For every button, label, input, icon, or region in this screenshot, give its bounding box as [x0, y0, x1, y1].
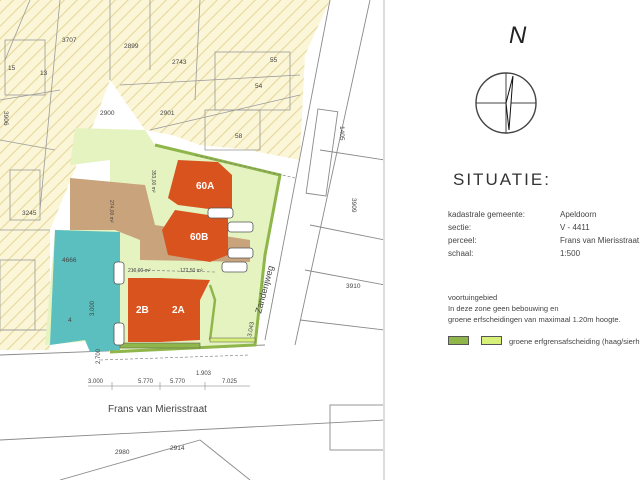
- parcel-number: 2743: [172, 59, 187, 66]
- dimension-label: 2.700: [96, 348, 102, 364]
- swatch-light-green: [481, 336, 502, 345]
- area-label: 274,00 m²: [108, 200, 114, 223]
- dimension-label: 3.000: [90, 300, 96, 316]
- house-label-60B: 60B: [190, 232, 208, 243]
- legend-panel: N SITUATIE: kadastrale gemeente: Apeldoo…: [385, 0, 640, 480]
- legend-note: In deze zone geen bebouwing en: [448, 304, 559, 313]
- parcel-number: 2980: [115, 449, 130, 456]
- legend-key: kadastrale gemeente:: [448, 210, 525, 219]
- dimension-label: 3.000: [88, 379, 104, 385]
- parcel-number: 3245: [22, 210, 37, 217]
- dimension-label: 1.903: [196, 371, 212, 377]
- dimension-label: 5.770: [138, 379, 154, 385]
- legend-value: Apeldoorn: [560, 210, 597, 219]
- parcel-number: 58: [235, 133, 243, 140]
- legend-row: sectie: V - 4411: [448, 223, 590, 232]
- legend-note: voortuingebied: [448, 293, 498, 302]
- parcel-number: 1405: [338, 126, 345, 141]
- legend-note: groene erfscheidingen van maximaal 1.20m…: [448, 315, 621, 324]
- parcel-number: 2899: [124, 43, 139, 50]
- swatch-label: groene erfgrensafscheiding (haag/sierh: [509, 337, 640, 346]
- parcel-number: 54: [255, 83, 263, 90]
- area-label: 353,00 m²: [150, 170, 156, 193]
- dimension-label: 5.770: [170, 379, 186, 385]
- hedge-front-2: [209, 337, 256, 343]
- parcel-number: 3909: [350, 198, 357, 213]
- legend-key: perceel:: [448, 236, 477, 245]
- legend-key: sectie:: [448, 223, 472, 232]
- parcel-number: 2914: [170, 445, 185, 452]
- house-label-2A: 2A: [172, 305, 185, 316]
- house-label-2B: 2B: [136, 305, 149, 316]
- swatch-dark-green: [448, 336, 469, 345]
- parcel-number: 3707: [62, 37, 77, 44]
- parcel-number: 3906: [2, 111, 9, 126]
- area-label: 210,00 m²: [128, 268, 151, 274]
- site-map[interactable]: 3707 2899 2743 2900 2901 3906 3245 4666 …: [0, 0, 385, 480]
- parcel-number: 2900: [100, 110, 115, 117]
- parcel-number: 4: [68, 317, 72, 324]
- parcel-number: 13: [40, 70, 48, 77]
- situatie-title: SITUATIE:: [453, 170, 551, 189]
- house-label-60A: 60A: [196, 181, 214, 192]
- hedge-front: [119, 342, 201, 349]
- legend-row: perceel: Frans van Mierisstraat, k: [448, 236, 640, 245]
- legend-row: kadastrale gemeente: Apeldoorn: [448, 210, 596, 219]
- legend-value: 1:500: [560, 249, 581, 258]
- parcel-number: 4666: [62, 257, 77, 264]
- street-name-frans-van-mierisstraat: Frans van Mierisstraat: [108, 404, 207, 415]
- parcel-number: 2901: [160, 110, 175, 117]
- legend-key: schaal:: [448, 249, 474, 258]
- dimension-label: 7.025: [222, 379, 238, 385]
- legend-value: Frans van Mierisstraat, k: [560, 236, 640, 245]
- compass-icon: [475, 72, 537, 134]
- parcel-number: 55: [270, 57, 278, 64]
- area-label: 172,50 m²: [180, 268, 203, 274]
- legend-row: schaal: 1:500: [448, 249, 580, 258]
- north-letter: N: [509, 22, 527, 49]
- parcel-number: 3910: [346, 283, 361, 290]
- legend-value: V - 4411: [560, 223, 590, 232]
- courtyard-teal: [50, 230, 120, 352]
- parcel-number: 15: [8, 65, 16, 72]
